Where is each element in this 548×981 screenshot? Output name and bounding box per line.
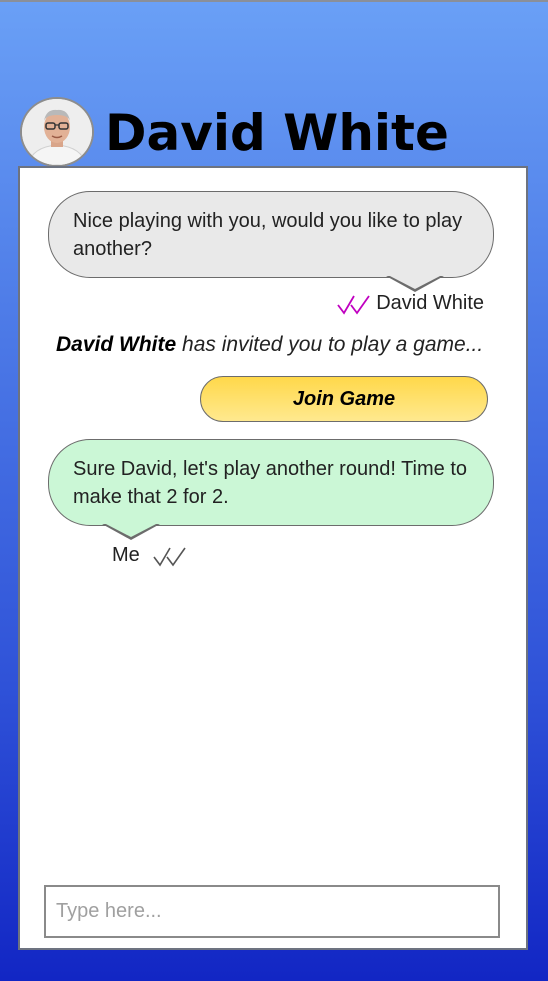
incoming-message-text: Nice playing with you, would you like to… bbox=[73, 210, 463, 260]
contact-name-title: David White bbox=[105, 104, 449, 162]
join-game-label: Join Game bbox=[292, 387, 396, 410]
game-invite-text: David White has invited you to play a ga… bbox=[56, 333, 483, 357]
outgoing-message-meta: Me bbox=[112, 544, 188, 567]
double-check-icon bbox=[153, 547, 186, 566]
incoming-message-meta: David White bbox=[336, 292, 484, 315]
contact-avatar bbox=[20, 97, 94, 167]
bubble-tail-fill bbox=[104, 523, 158, 537]
outgoing-message-text: Sure David, let's play another round! Ti… bbox=[73, 458, 468, 508]
invite-message: has invited you to play a game... bbox=[182, 333, 484, 356]
message-input[interactable] bbox=[44, 885, 500, 938]
invite-sender-name: David White bbox=[56, 333, 177, 356]
top-border bbox=[0, 0, 548, 2]
person-avatar-icon bbox=[22, 99, 92, 165]
bubble-tail-fill bbox=[388, 275, 442, 289]
join-game-button[interactable]: Join Game bbox=[200, 376, 488, 422]
outgoing-message-bubble: Sure David, let's play another round! Ti… bbox=[48, 439, 494, 526]
chat-panel: Nice playing with you, would you like to… bbox=[18, 166, 528, 950]
message-sender-name: Me bbox=[112, 544, 140, 566]
double-check-icon bbox=[337, 294, 370, 315]
incoming-message-bubble: Nice playing with you, would you like to… bbox=[48, 191, 494, 278]
message-sender-name: David White bbox=[376, 292, 484, 314]
